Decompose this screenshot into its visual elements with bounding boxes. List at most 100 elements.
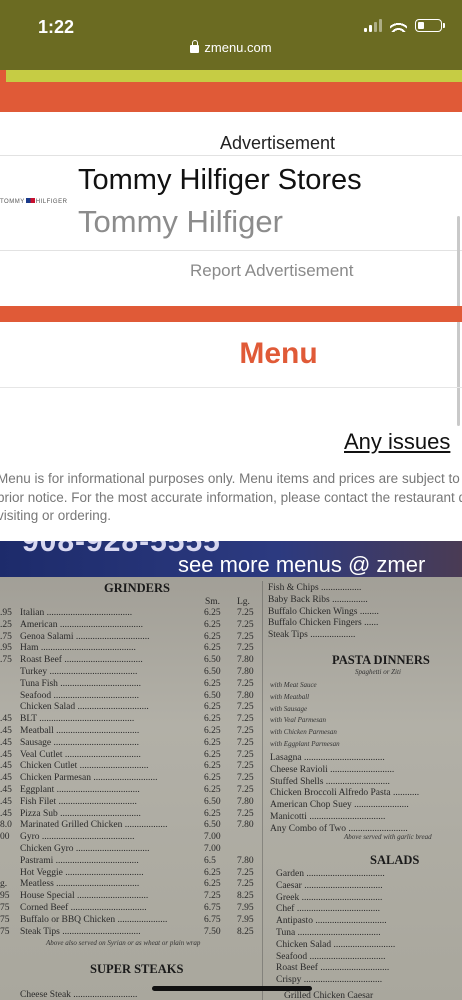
- pasta-option: with Veal Parmesan: [270, 716, 326, 725]
- menu-item-price-lg: 7.25: [237, 608, 254, 618]
- left-edge-price: .45: [0, 749, 12, 760]
- left-edge-price: .45: [0, 785, 12, 795]
- accent-bar: [0, 70, 462, 82]
- menu-item-name: Chicken Cutlet .........................…: [20, 761, 149, 772]
- grinders-title: GRINDERS: [104, 581, 170, 595]
- cellular-signal-icon: [364, 19, 382, 32]
- menu-paper: GRINDERS Sm. Lg. Italian ..................…: [0, 577, 462, 1000]
- salad-item: Roast Beef .............................: [276, 963, 390, 974]
- left-edge-price: 75: [0, 926, 10, 937]
- status-icons: [364, 19, 445, 32]
- menu-image-banner: 908-928-5555 see more menus @ zmer: [0, 541, 462, 577]
- battery-level: [418, 22, 425, 29]
- pasta-item: Cheese Ravioli .........................…: [270, 764, 395, 775]
- menu-item-price-lg: 7.80: [237, 796, 254, 807]
- menu-item-price-sm: 7.00: [204, 832, 221, 843]
- status-bar: 1:22 zmenu.com: [0, 0, 462, 70]
- menu-heading: Menu: [239, 337, 318, 370]
- menu-item-price-sm: 6.5: [204, 855, 216, 866]
- left-edge-price: .45: [0, 737, 12, 748]
- banner-text: see more menus @ zmer: [178, 552, 426, 577]
- menu-item-name: Fish Filet .............................…: [20, 796, 137, 807]
- menu-item-name: Chicken Salad ..........................…: [20, 702, 149, 713]
- pasta-title: PASTA DINNERS: [332, 653, 430, 667]
- left-edge-price: .75: [0, 631, 12, 642]
- left-edge-price: .95: [0, 608, 12, 618]
- menu-image[interactable]: 908-928-5555 see more menus @ zmer GRIND…: [0, 541, 462, 1000]
- right-top-item: Steak Tips ...................: [268, 630, 356, 641]
- menu-item-name: Eggplant ...............................…: [20, 785, 140, 795]
- pasta-option: with Sausage: [270, 704, 308, 713]
- menu-item-price-lg: 7.25: [237, 619, 254, 630]
- disclaimer-line: Menu is for informational purposes only.…: [0, 471, 460, 486]
- menu-item-price-sm: 7.50: [204, 926, 221, 937]
- tommy-hilfiger-logo[interactable]: TOMMY HILFIGER: [0, 198, 67, 205]
- right-top-item: Buffalo Chicken Wings ........: [268, 606, 379, 617]
- menu-item-price-lg: 7.25: [237, 737, 254, 748]
- column-divider: [262, 581, 263, 1000]
- any-issues-link[interactable]: Any issues: [344, 429, 450, 455]
- pasta-subtitle: Spaghetti or Ziti: [355, 668, 401, 676]
- salad-item: Chicken Salad ..........................: [276, 939, 396, 950]
- menu-item-price-lg: 7.25: [237, 631, 254, 642]
- salad-item: Garden .................................: [276, 869, 385, 879]
- menu-item-name: Marinated Grilled Chicken ..............…: [20, 820, 168, 831]
- menu-item-price-lg: 8.25: [237, 891, 254, 902]
- url-bar[interactable]: zmenu.com: [0, 40, 462, 55]
- salad-item: Antipasto ..............................: [276, 916, 387, 927]
- menu-item-name: House Special ..........................…: [20, 891, 149, 902]
- menu-item-price-sm: 6.25: [204, 749, 221, 760]
- pasta-option: with Chicken Parmesan: [270, 728, 337, 737]
- size-header: Lg.: [237, 597, 250, 607]
- home-indicator[interactable]: [152, 986, 312, 991]
- pasta-option: with Eggplant Parmesan: [270, 740, 340, 748]
- menu-item-price-sm: 6.25: [204, 773, 221, 784]
- menu-item-price-sm: 6.25: [204, 785, 221, 795]
- advertisement[interactable]: Advertisement TOMMY HILFIGER Tommy Hilfig…: [0, 112, 462, 308]
- left-edge-price: 00: [0, 832, 10, 843]
- left-edge-price: .45: [0, 714, 12, 725]
- menu-item-price-sm: 6.25: [204, 608, 221, 618]
- pasta-item: Chicken Broccoli Alfredo Pasta .........…: [270, 788, 420, 799]
- menu-item-price-sm: 6.50: [204, 655, 221, 666]
- left-edge-price: 8.0: [0, 820, 12, 831]
- menu-item-price-lg: 7.80: [237, 690, 254, 701]
- menu-item-price-sm: 6.25: [204, 867, 221, 878]
- menu-item-name: Hot Veggie .............................…: [20, 867, 144, 878]
- site-header-bar: [0, 82, 462, 112]
- super-steaks-title: SUPER STEAKS: [90, 962, 184, 976]
- report-ad-link[interactable]: Report Advertisement: [190, 261, 353, 281]
- salad-extra: Grilled Chicken Caesar: [284, 991, 374, 1000]
- pasta-option: with Meat Sauce: [270, 681, 317, 689]
- menu-item-price-sm: 6.25: [204, 714, 221, 725]
- menu-item-price-lg: 7.25: [237, 726, 254, 736]
- left-edge-price: 75: [0, 903, 10, 913]
- left-edge-price: .45: [0, 796, 12, 807]
- pasta-note: Above served with garlic bread: [344, 833, 432, 841]
- menu-item-price-sm: 6.25: [204, 702, 221, 713]
- ad-divider: [0, 155, 462, 156]
- lock-icon: [190, 40, 200, 53]
- menu-item-name: Corned Beef ............................…: [20, 903, 147, 913]
- left-edge-price: .45: [0, 773, 12, 784]
- menu-item-name: Seafood ................................…: [20, 690, 140, 701]
- salad-item: Greek ..................................: [276, 892, 383, 903]
- menu-item-name: Meatball ...............................…: [20, 726, 140, 736]
- menu-item-price-lg: 7.25: [237, 773, 254, 784]
- left-edge-price: .75: [0, 655, 12, 666]
- left-edge-price: .95: [0, 643, 12, 654]
- right-top-item: Buffalo Chicken Fingers ......: [268, 618, 379, 629]
- menu-item-price-sm: 6.25: [204, 643, 221, 654]
- menu-item-price-lg: 7.25: [237, 749, 254, 760]
- menu-item-name: Pizza Sub ..............................…: [20, 808, 141, 819]
- menu-item-price-sm: 6.75: [204, 914, 221, 925]
- divider: [0, 387, 462, 388]
- wifi-icon: [390, 19, 407, 32]
- ad-title[interactable]: Tommy Hilfiger Stores: [78, 164, 362, 197]
- right-top-item: Fish & Chips .................: [268, 583, 362, 593]
- left-edge-price: .45: [0, 726, 12, 736]
- menu-item-name: Chicken Gyro ...........................…: [20, 844, 150, 854]
- menu-item-name: Steak Tips .............................…: [20, 926, 141, 937]
- ad-subtitle[interactable]: Tommy Hilfiger: [78, 204, 283, 240]
- menu-item-price-lg: 7.25: [237, 785, 254, 795]
